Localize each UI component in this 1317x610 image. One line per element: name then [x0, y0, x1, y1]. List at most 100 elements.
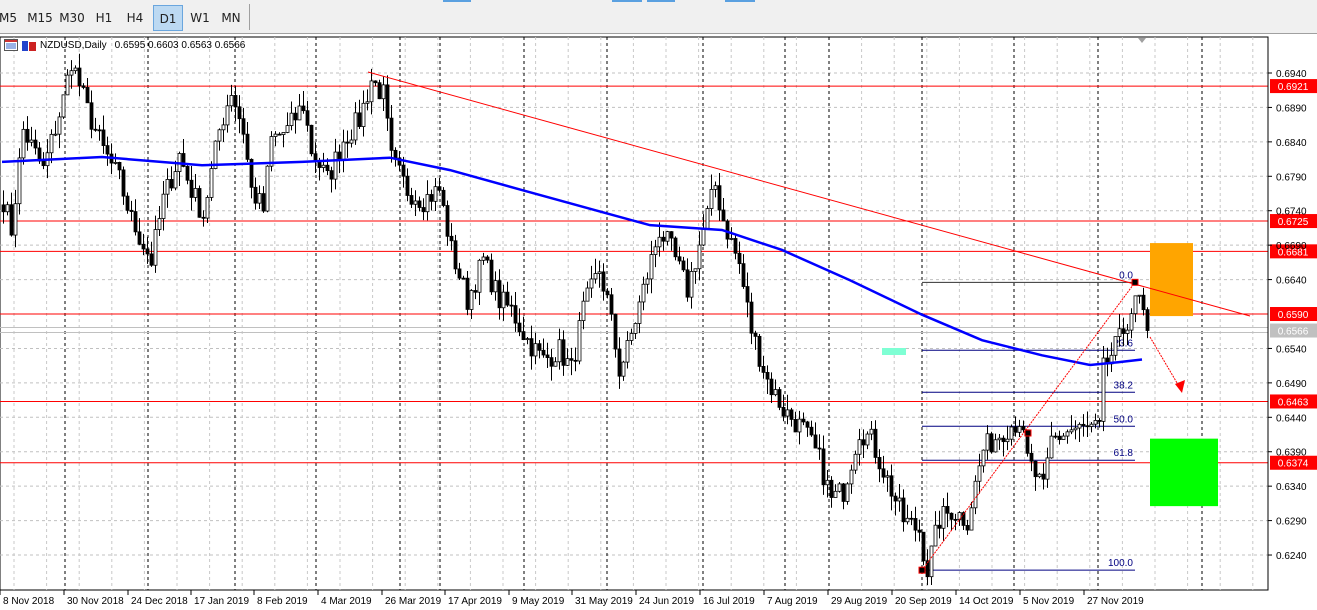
fib-level-label: 50.0	[1114, 414, 1134, 425]
timeframe-m5-button[interactable]: M5	[0, 5, 22, 31]
bull-candle	[161, 193, 166, 219]
bear-candle	[1033, 460, 1038, 478]
bull-candle	[1065, 431, 1070, 437]
price-chart[interactable]: 0.023.638.250.061.8100.0 0.69210.67250.6…	[0, 34, 1317, 610]
price-tick-label: 0.6390	[1276, 448, 1307, 459]
bull-candle	[1101, 357, 1106, 422]
bull-candle	[209, 168, 214, 198]
bear-candle	[89, 102, 94, 130]
bull-candle	[157, 218, 162, 230]
bull-candle	[193, 188, 198, 198]
bull-candle	[361, 102, 366, 127]
date-tick-label: 24 Dec 2018	[131, 596, 188, 607]
price-tick-label: 0.6640	[1276, 276, 1307, 287]
timeframe-h4-button[interactable]: H4	[121, 5, 149, 31]
bear-candle	[757, 335, 762, 367]
timeframe-w1-button[interactable]: W1	[186, 5, 214, 31]
bear-candle	[913, 518, 918, 531]
bull-candle	[785, 409, 790, 417]
price-axis: 0.69210.67250.66810.65900.65660.64630.63…	[1267, 37, 1317, 590]
bear-candle	[453, 240, 458, 270]
bear-candle	[373, 80, 378, 84]
bull-candle	[905, 517, 910, 523]
bear-candle	[237, 106, 242, 120]
bear-candle	[965, 525, 970, 531]
bull-candle	[165, 179, 170, 195]
timeframe-m15-button[interactable]: M15	[26, 5, 54, 31]
bull-candle	[369, 80, 374, 103]
timeframe-m30-button[interactable]: M30	[57, 5, 87, 31]
bear-candle	[357, 112, 362, 127]
bull-candle	[501, 291, 506, 309]
bear-candle	[733, 238, 738, 254]
price-tick-label: 0.6440	[1276, 413, 1307, 424]
bull-candle	[57, 116, 62, 135]
bull-candle	[857, 439, 862, 455]
bull-candle	[49, 133, 54, 154]
bear-candle	[677, 256, 682, 262]
anchor-point	[918, 566, 926, 574]
timeframe-h1-button[interactable]: H1	[90, 5, 118, 31]
bear-candle	[781, 406, 786, 417]
bear-candle	[77, 67, 82, 87]
bull-candle	[837, 483, 842, 492]
bear-candle	[1145, 309, 1150, 331]
bear-candle	[93, 128, 98, 131]
bear-candle	[409, 195, 414, 205]
bear-candle	[1053, 435, 1058, 438]
bull-candle	[21, 128, 26, 159]
bear-candle	[1121, 328, 1126, 334]
bear-candle	[441, 189, 446, 206]
date-tick-label: 8 Nov 2018	[3, 596, 55, 607]
bull-candle	[1089, 423, 1094, 427]
timeframe-d1-button[interactable]: D1	[153, 5, 183, 31]
bear-candle	[529, 338, 534, 357]
bear-candle	[881, 468, 886, 478]
bear-candle	[745, 286, 750, 303]
bear-candle	[517, 322, 522, 333]
bull-candle	[221, 124, 226, 131]
bear-candle	[1085, 425, 1090, 428]
bear-candle	[465, 277, 470, 310]
bull-candle	[173, 171, 178, 189]
bear-candle	[953, 518, 958, 521]
symbol-label: NZDUSD,Daily	[40, 39, 107, 51]
bear-candle	[613, 313, 618, 350]
bear-candle	[9, 204, 14, 236]
price-level-label: 0.6921	[1278, 82, 1309, 93]
bull-candle	[1137, 294, 1142, 297]
bear-candle	[841, 483, 846, 502]
chart-grid	[0, 36, 1269, 591]
bear-candle	[485, 256, 490, 261]
bull-candle	[1113, 336, 1118, 356]
bear-candle	[813, 434, 818, 449]
date-axis: 8 Nov 2018 30 Nov 2018 24 Dec 2018 17 Jan 2…	[0, 590, 1144, 607]
bull-candle	[629, 333, 634, 341]
toolbar-indicator	[725, 0, 755, 2]
bear-candle	[81, 85, 86, 88]
bear-candle	[893, 495, 898, 502]
bull-candle	[1061, 435, 1066, 440]
bear-candle	[1041, 473, 1046, 480]
bull-candle	[705, 208, 710, 230]
bull-candle	[973, 480, 978, 509]
timeframe-mn-button[interactable]: MN	[217, 5, 245, 31]
bull-candle	[833, 490, 838, 498]
bear-candle	[617, 348, 622, 377]
fib-level-label: 100.0	[1108, 558, 1133, 569]
bear-candle	[301, 105, 306, 112]
bear-candle	[1021, 426, 1026, 431]
price-tick-label: 0.6340	[1276, 482, 1307, 493]
bull-candle	[285, 125, 290, 133]
bear-candle	[673, 237, 678, 258]
bear-candle	[1, 204, 6, 213]
date-tick-label: 29 Aug 2019	[831, 596, 888, 607]
bull-candle	[885, 475, 890, 478]
bull-candle	[581, 300, 586, 322]
bear-candle	[377, 82, 382, 100]
bull-candle	[1125, 329, 1130, 334]
date-tick-label: 20 Sep 2019	[895, 596, 952, 607]
bull-candle	[533, 343, 538, 357]
bull-candle	[297, 105, 302, 121]
bull-candle	[205, 197, 210, 219]
